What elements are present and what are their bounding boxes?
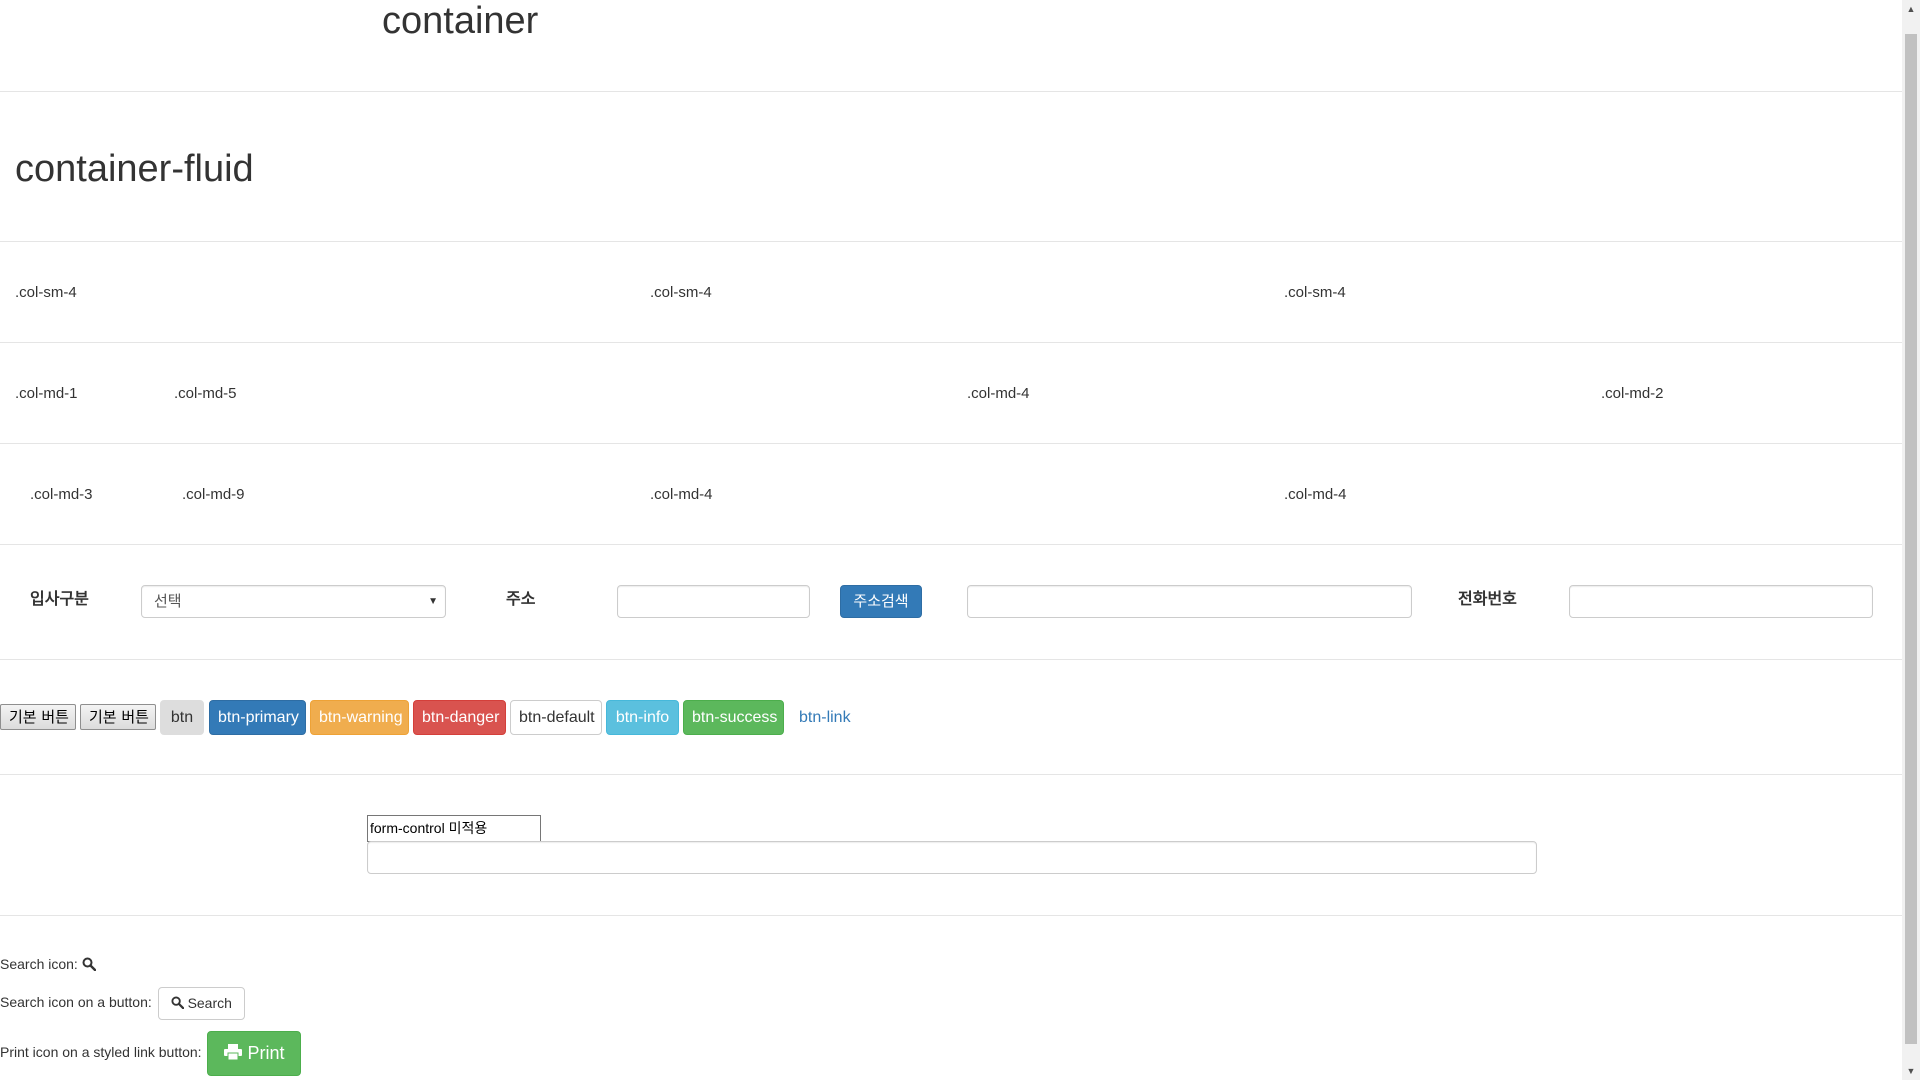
container-title: container — [382, 0, 539, 42]
scroll-down-arrow-icon[interactable]: ▼ — [1902, 1062, 1920, 1080]
hire-type-selected-value: 선택 — [154, 593, 182, 610]
col-label: .col-md-4 — [650, 486, 713, 503]
btn-info-button[interactable]: btn-info — [606, 700, 679, 735]
address-label: 주소 — [506, 591, 536, 608]
search-button-label: Search icon on a button: — [0, 994, 152, 1010]
col-label: .col-sm-4 — [15, 284, 77, 301]
container-fluid-section: container-fluid — [0, 91, 1902, 242]
search-icon-label: Search icon: — [0, 956, 78, 972]
search-button[interactable]: Search — [157, 986, 245, 1020]
search-button-text: Search — [187, 994, 232, 1011]
no-form-control-input[interactable]: form-control 미적용 — [367, 815, 541, 842]
address-input[interactable] — [967, 585, 1412, 618]
native-button[interactable]: 기본 버튼 — [80, 704, 156, 730]
col-label: .col-md-1 — [15, 385, 78, 402]
grid-row-sm: .col-sm-4 .col-sm-4 .col-sm-4 — [0, 242, 1902, 343]
hire-type-label: 입사구분 — [30, 591, 89, 608]
btn-danger-button[interactable]: btn-danger — [413, 700, 506, 735]
col-label: .col-md-3 — [30, 486, 93, 503]
btn-link-button[interactable]: btn-link — [790, 700, 858, 735]
btn-plain-button[interactable]: btn — [160, 700, 204, 735]
container-section: container — [0, 0, 1902, 92]
raw-input-row: form-control 미적용 — [0, 775, 1902, 916]
search-icon — [82, 957, 96, 974]
col-label: .col-md-5 — [174, 385, 237, 402]
scroll-up-arrow-icon[interactable]: ▲ — [1902, 0, 1920, 18]
col-label: .col-md-4 — [1284, 486, 1347, 503]
btn-success-button[interactable]: btn-success — [683, 700, 784, 735]
form-control-input[interactable] — [367, 841, 1537, 874]
hire-type-select[interactable]: 선택 ▼ — [141, 585, 446, 618]
print-button-text: Print — [247, 1042, 285, 1063]
print-button[interactable]: Print — [207, 1030, 302, 1076]
search-button-row: Search icon on a button: Search — [0, 986, 245, 1020]
col-label: .col-sm-4 — [650, 284, 712, 301]
phone-input[interactable] — [1569, 585, 1873, 618]
print-button-row: Print icon on a styled link button: Prin… — [0, 1030, 302, 1076]
postcode-input[interactable] — [617, 585, 810, 618]
native-button[interactable]: 기본 버튼 — [0, 704, 76, 730]
buttons-row: 기본 버튼 기본 버튼 btn btn-primary btn-warning … — [0, 660, 1902, 775]
grid-row-md-a: .col-md-1 .col-md-5 .col-md-4 .col-md-2 — [0, 343, 1902, 444]
print-icon — [224, 1033, 243, 1076]
grid-row-md-b: .col-md-3 .col-md-9 .col-md-4 .col-md-4 — [0, 444, 1902, 545]
form-row: 입사구분 선택 ▼ 주소 주소검색 전화번호 — [0, 545, 1902, 660]
page: container container-fluid .col-sm-4 .col… — [0, 0, 1902, 1080]
col-label: .col-md-4 — [967, 385, 1030, 402]
scrollbar-thumb[interactable] — [1905, 34, 1917, 1044]
btn-primary-button[interactable]: btn-primary — [209, 700, 306, 735]
vertical-scrollbar[interactable]: ▲ ▼ — [1902, 0, 1920, 1080]
search-icon — [171, 989, 184, 1020]
print-button-label: Print icon on a styled link button: — [0, 1044, 202, 1060]
address-search-button[interactable]: 주소검색 — [840, 585, 922, 618]
btn-warning-button[interactable]: btn-warning — [310, 700, 409, 735]
col-label: .col-md-9 — [182, 486, 245, 503]
col-label: .col-sm-4 — [1284, 284, 1346, 301]
chevron-down-icon: ▼ — [428, 596, 438, 607]
btn-default-button[interactable]: btn-default — [510, 700, 602, 735]
phone-label: 전화번호 — [1458, 591, 1517, 608]
col-label: .col-md-2 — [1601, 385, 1664, 402]
search-icon-row: Search icon: — [0, 956, 96, 974]
container-fluid-title: container-fluid — [15, 148, 254, 190]
